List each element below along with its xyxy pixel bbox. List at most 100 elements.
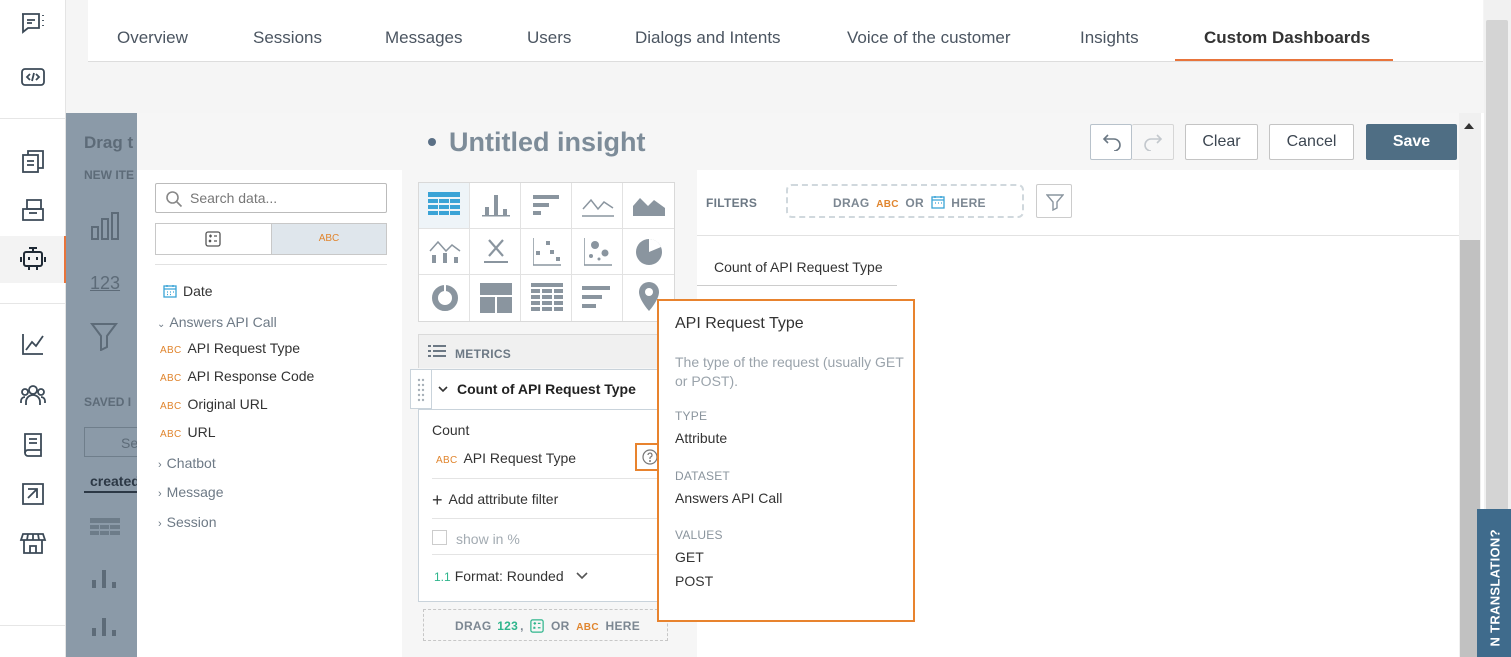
cancel-button[interactable]: Cancel [1269,124,1354,160]
funnel-icon [1046,194,1064,211]
heatmap-icon [531,283,563,311]
aggregation-label[interactable]: Count [432,422,469,438]
tab-voice-of-the-customer[interactable]: Voice of the customer [847,28,1010,48]
chart-type-bubble[interactable] [572,229,623,275]
data-item-api-response-code[interactable]: ABC API Response Code [160,368,314,384]
drag-handle[interactable] [410,369,432,409]
show-percent-checkbox[interactable] [432,530,447,545]
toggle-attributes-button[interactable]: ABC [271,224,386,254]
tab-messages[interactable]: Messages [385,28,462,48]
headline-icon [484,239,508,263]
code-window-icon[interactable] [19,62,47,90]
new-items-label: NEW ITE [84,168,134,182]
chart-type-heatmap[interactable] [521,275,572,321]
chart-type-line[interactable] [572,183,623,229]
translation-feedback-tab[interactable]: N TRANSLATION? [1477,509,1511,657]
chart-type-pie[interactable] [623,229,674,275]
chart-type-scatter[interactable] [521,229,572,275]
tab-custom-dashboards[interactable]: Custom Dashboards [1204,28,1370,48]
chart-type-picker [418,182,675,322]
bot-icon[interactable] [19,245,47,273]
search-input[interactable] [190,189,380,207]
calendar-icon [163,284,177,298]
data-item-original-url[interactable]: ABC Original URL [160,396,268,412]
tooltip-title: API Request Type [675,315,804,332]
users-icon[interactable] [19,381,47,409]
column-chart-icon [90,568,118,590]
metrics-drop-zone[interactable]: DRAG 123, OR ABC HERE [423,609,668,641]
chart-type-combo[interactable] [419,229,470,275]
search-icon [165,190,183,208]
undo-button[interactable] [1090,124,1132,160]
copy-docs-icon[interactable] [19,147,47,175]
redo-button[interactable] [1132,124,1174,160]
chart-type-bar[interactable] [521,183,572,229]
data-item-api-request-type[interactable]: ABC API Request Type [160,340,300,356]
metric-attribute: ABC API Request Type [436,450,577,466]
dataset-session[interactable]: › Session [158,514,216,530]
chart-type-bullet[interactable] [572,275,623,321]
bubble-chart-icon [584,238,612,266]
chart-type-area[interactable] [623,183,674,229]
chevron-right-icon: › [158,459,162,471]
chevron-down-icon[interactable] [437,383,449,395]
number-icon: 123 [90,273,121,293]
insight-title[interactable]: Untitled insight [449,127,645,158]
format-number-icon: 1.1 [434,570,451,584]
calculator-icon [205,231,221,247]
data-item-url[interactable]: ABC URL [160,424,215,440]
dataset-message[interactable]: › Message [158,484,223,500]
tab-users[interactable]: Users [527,28,571,48]
chart-type-donut[interactable] [419,275,470,321]
tooltip-values-label: VALUES [675,528,723,542]
chart-type-treemap[interactable] [470,275,521,321]
chart-type-headline[interactable] [470,229,521,275]
chart-type-table[interactable] [419,183,470,229]
dataset-answers-api-call[interactable]: ⌄ Answers API Call [157,314,277,330]
table-column-header[interactable]: Count of API Request Type [714,259,883,275]
filter-button[interactable] [1036,184,1072,218]
filters-drop-zone[interactable]: DRAG ABC OR HERE [786,184,1024,218]
save-button[interactable]: Save [1366,124,1457,160]
clear-button[interactable]: Clear [1185,124,1258,160]
column-chart-icon [90,211,120,241]
filters-label: FILTERS [706,196,758,210]
attribute-abc-icon: ABC [876,199,899,210]
chevron-right-icon: › [158,488,162,500]
created-tab: created [90,473,140,489]
add-attribute-filter-button[interactable]: + Add attribute filter [432,490,558,511]
toggle-facts-button[interactable] [156,224,271,254]
tooltip-description: The type of the request (usually GET or … [675,354,904,389]
metric-title[interactable]: Count of API Request Type [457,381,636,397]
book-icon[interactable] [19,431,47,459]
nav-tabs: Overview Sessions Messages Users Dialogs… [88,0,1483,62]
dataset-chatbot[interactable]: › Chatbot [158,455,216,471]
chat-settings-icon[interactable] [19,10,47,38]
show-percent-label: show in % [456,531,520,547]
store-icon[interactable] [19,529,47,557]
attribute-abc-icon: ABC [160,373,182,384]
analytics-line-icon[interactable] [19,330,47,358]
redo-icon [1143,133,1163,151]
chevron-down-icon [575,572,588,580]
tab-insights[interactable]: Insights [1080,28,1139,48]
data-search-field[interactable] [155,183,387,213]
tooltip-value-item: POST [675,573,714,589]
metrics-section: METRICS [418,334,675,368]
funnel-icon [90,321,118,351]
attribute-abc-icon: ABC [160,345,182,356]
data-item-date[interactable]: Date [163,283,213,299]
format-dropdown[interactable]: 1.1 Format: Rounded [434,568,588,584]
inbox-icon[interactable] [19,196,47,224]
page-scrollbar-thumb[interactable] [1486,20,1508,510]
scroll-up-icon[interactable] [1463,122,1475,130]
number-icon: 123 [497,619,519,633]
active-tab-indicator [1175,59,1393,61]
tab-sessions[interactable]: Sessions [253,28,322,48]
tab-overview[interactable]: Overview [117,28,188,48]
help-icon [642,449,658,465]
background-search-text: Se [121,435,139,451]
chart-type-column[interactable] [470,183,521,229]
dashboard-export-icon[interactable] [19,480,47,508]
tab-dialogs-and-intents[interactable]: Dialogs and Intents [635,28,781,48]
